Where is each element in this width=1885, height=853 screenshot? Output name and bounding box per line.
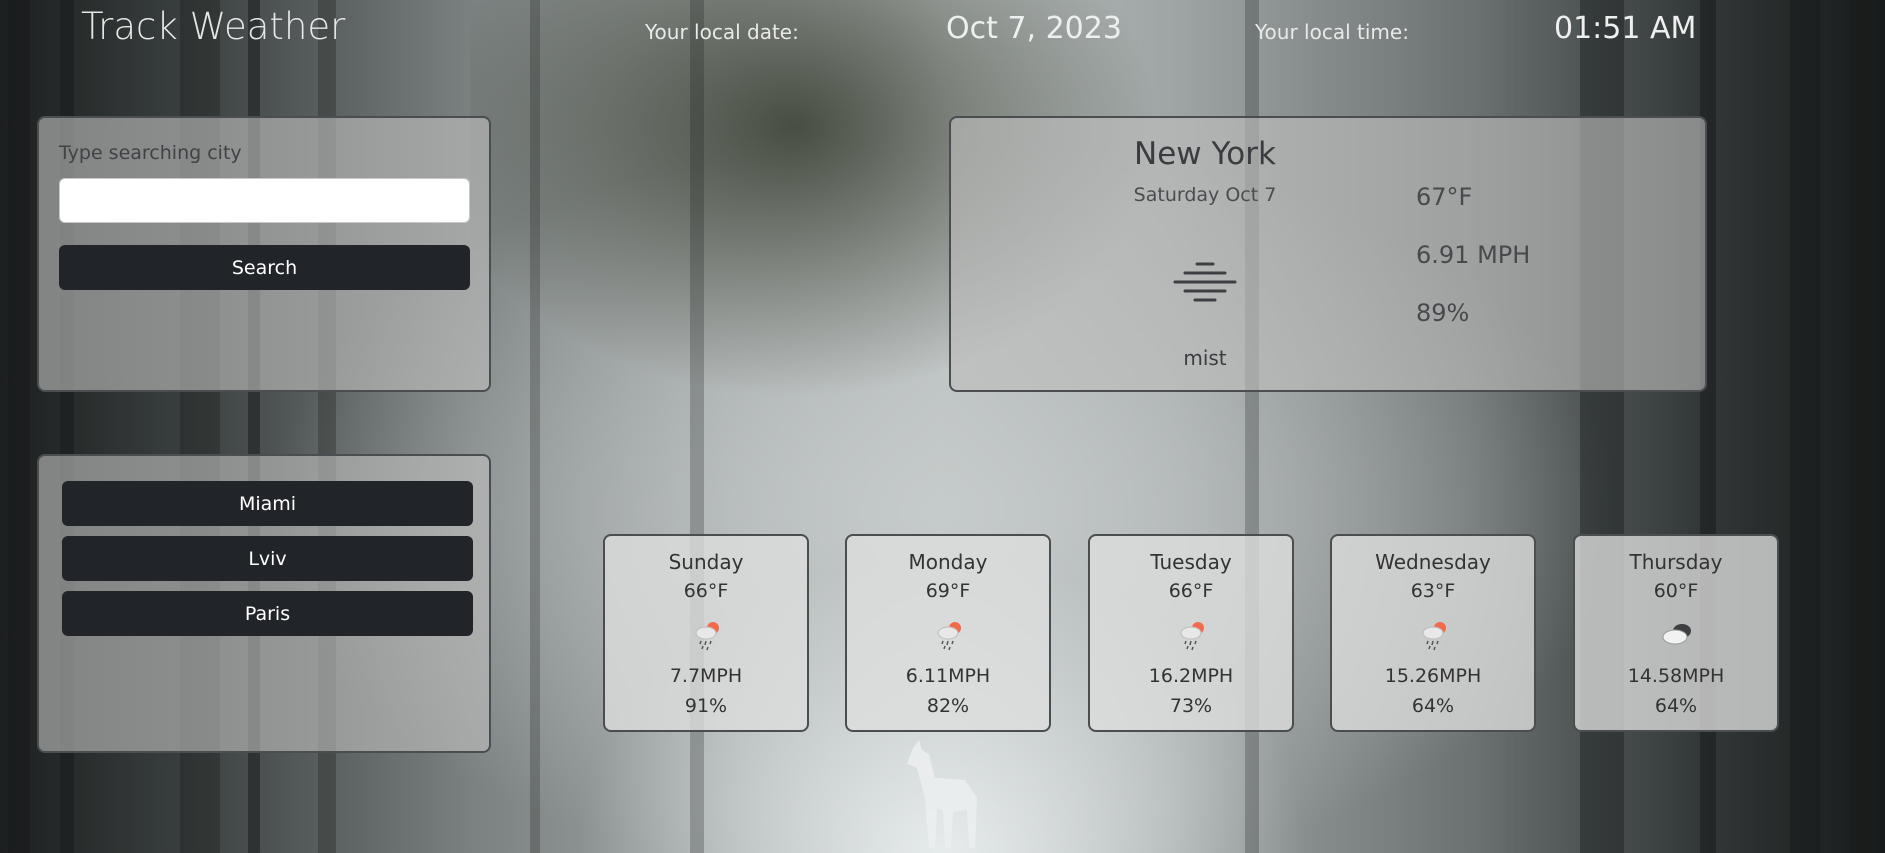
city-button-paris[interactable]: Paris — [62, 591, 473, 636]
forecast-humidity: 73% — [1169, 695, 1213, 717]
forecast-wind: 14.58MPH — [1627, 665, 1725, 687]
forecast-temperature: 60°F — [1653, 580, 1699, 602]
forecast-humidity: 64% — [1411, 695, 1455, 717]
forecast-humidity: 64% — [1654, 695, 1698, 717]
current-city: New York — [1134, 136, 1276, 172]
header: Track Weather Your local date: Oct 7, 20… — [0, 0, 1885, 60]
forecast-temperature: 66°F — [1168, 580, 1214, 602]
local-time-value: 01:51 AM — [1554, 11, 1697, 46]
forecast-card-thursday: Thursday 60°F 14.58MPH 64% — [1573, 534, 1779, 732]
local-date-value: Oct 7, 2023 — [946, 11, 1122, 46]
current-date: Saturday Oct 7 — [1133, 184, 1277, 206]
local-time-label: Your local time: — [1255, 20, 1409, 44]
saved-cities-panel: Miami Lviv Paris — [37, 454, 491, 753]
current-humidity: 89% — [1416, 299, 1470, 327]
current-temperature: 67°F — [1416, 183, 1473, 211]
forecast-wind: 6.11MPH — [905, 665, 991, 687]
local-date-label: Your local date: — [645, 20, 799, 44]
forecast-wind: 15.26MPH — [1384, 665, 1482, 687]
rain-sun-icon — [695, 622, 719, 651]
forecast-humidity: 91% — [684, 695, 728, 717]
forecast-card-monday: Monday 69°F 6.11MPH 82% — [845, 534, 1051, 732]
forecast-day: Thursday — [1629, 550, 1723, 574]
wolf-figure — [907, 740, 977, 848]
search-panel: Type searching city Search — [37, 116, 491, 392]
forecast-card-sunday: Sunday 66°F 7.7MPH 91% — [603, 534, 809, 732]
rain-sun-icon — [1422, 622, 1446, 651]
rain-sun-icon — [937, 622, 961, 651]
current-wind-speed: 6.91 MPH — [1416, 241, 1531, 269]
app-title: Track Weather — [81, 5, 346, 48]
forecast-day: Tuesday — [1150, 550, 1232, 574]
search-button[interactable]: Search — [59, 245, 470, 290]
forecast-temperature: 69°F — [925, 580, 971, 602]
forecast-temperature: 63°F — [1410, 580, 1456, 602]
search-label: Type searching city — [59, 142, 242, 164]
forecast-day: Monday — [908, 550, 988, 574]
cloudy-icon — [1662, 624, 1691, 645]
city-search-input[interactable] — [59, 178, 470, 223]
city-button-lviv[interactable]: Lviv — [62, 536, 473, 581]
forecast-wind: 7.7MPH — [669, 665, 743, 687]
mist-icon — [1173, 262, 1237, 302]
city-button-miami[interactable]: Miami — [62, 481, 473, 526]
forecast-wind: 16.2MPH — [1148, 665, 1234, 687]
forecast-day: Sunday — [668, 550, 744, 574]
forecast-card-tuesday: Tuesday 66°F 16.2MPH 73% — [1088, 534, 1294, 732]
current-description: mist — [1183, 346, 1227, 370]
rain-sun-icon — [1180, 622, 1204, 651]
forecast-temperature: 66°F — [683, 580, 729, 602]
forecast-humidity: 82% — [926, 695, 970, 717]
current-weather-panel: New York Saturday Oct 7 mist 67°F 6.91 M… — [949, 116, 1707, 392]
forecast-day: Wednesday — [1375, 550, 1491, 574]
forecast-card-wednesday: Wednesday 63°F 15.26MPH 64% — [1330, 534, 1536, 732]
